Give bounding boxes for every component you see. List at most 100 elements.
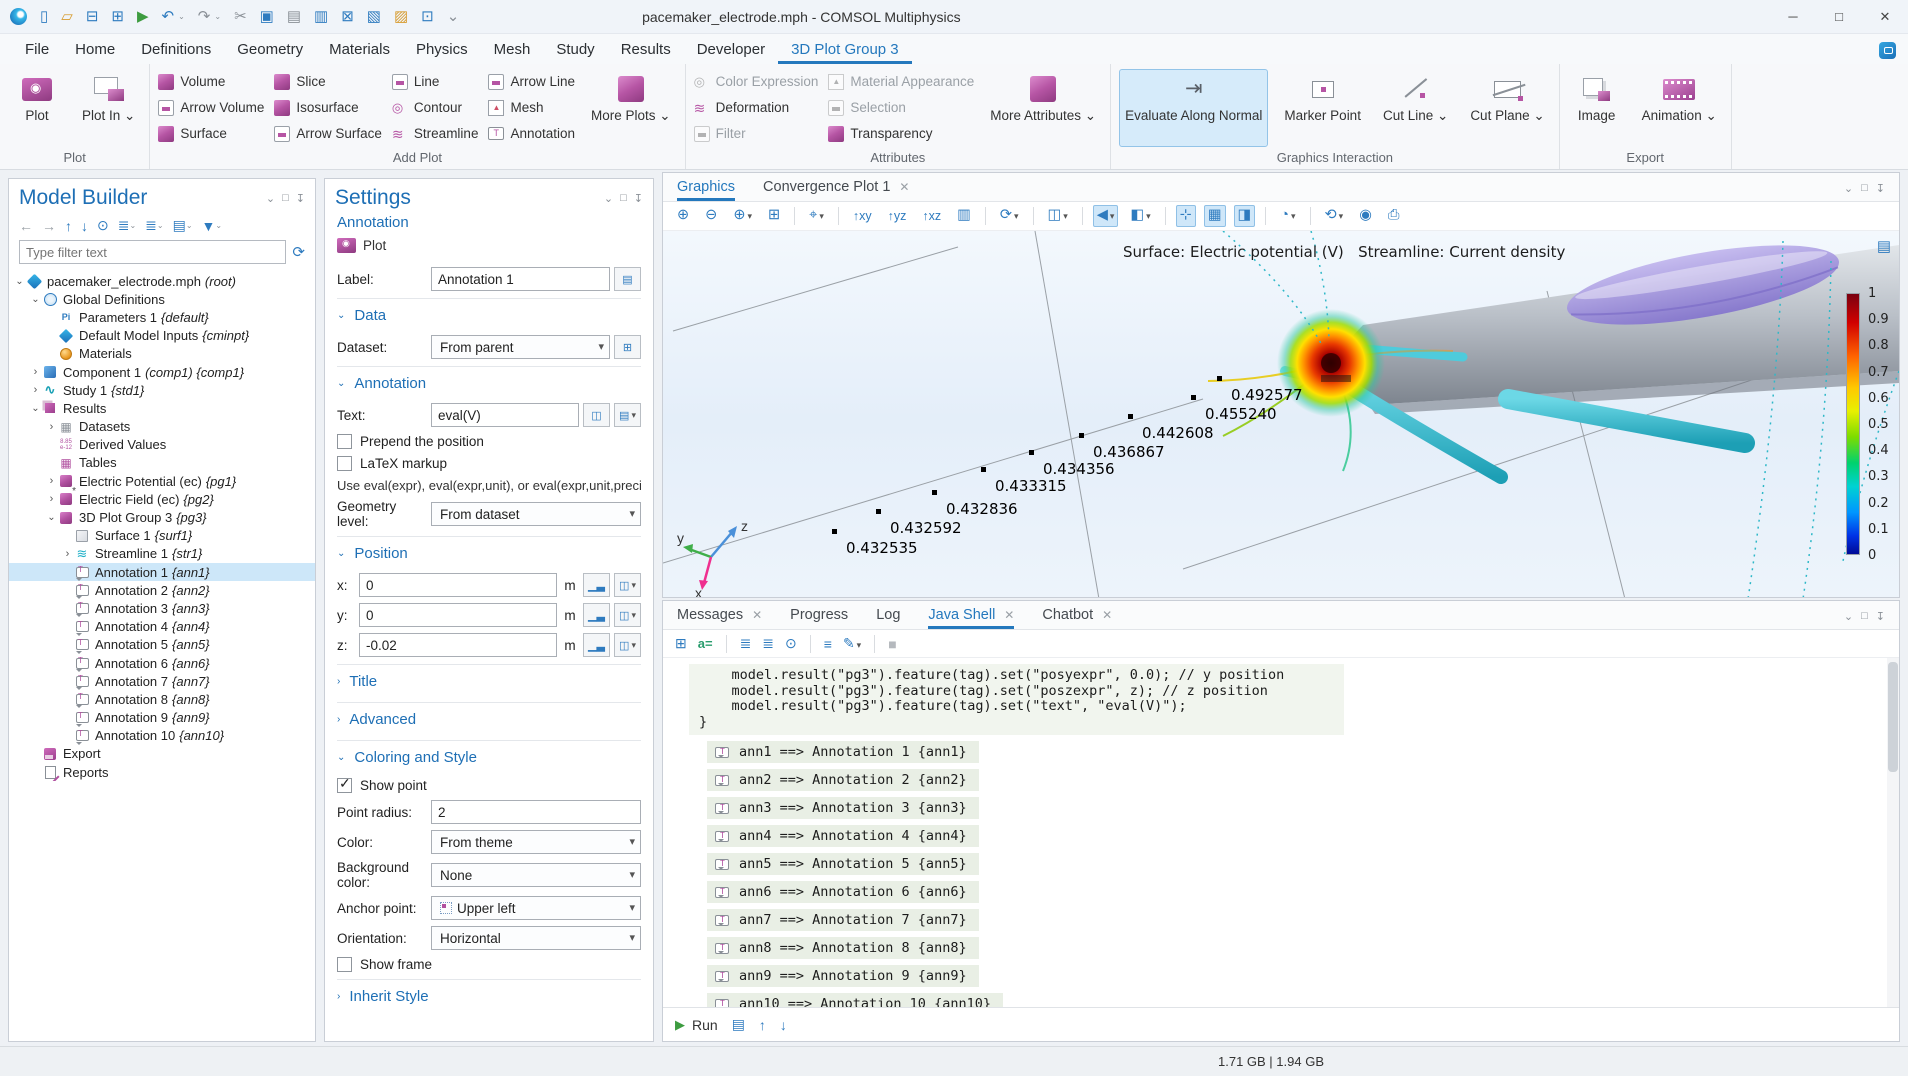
tree-item[interactable]: Datasets xyxy=(9,418,315,436)
prepend-position-row[interactable]: Prepend the position xyxy=(337,434,641,449)
back-icon[interactable]: ← xyxy=(19,218,33,234)
chevron-down-icon[interactable]: ⌄ xyxy=(337,548,345,559)
latex-markup-checkbox[interactable] xyxy=(337,456,352,471)
rotate-icon[interactable]: ⟳▾ xyxy=(996,205,1023,226)
value-menu-icon[interactable]: ◫▾ xyxy=(614,603,641,627)
close-icon[interactable]: ✕ xyxy=(1004,608,1014,622)
scrollbar[interactable] xyxy=(1887,658,1899,1007)
tab-file[interactable]: File xyxy=(12,36,62,64)
expand-dropdown-icon[interactable]: ⌄ xyxy=(157,221,164,230)
tree-item-annotation-1[interactable]: Annotation 1{ann1} xyxy=(9,563,315,581)
section-title[interactable]: Title xyxy=(349,673,377,690)
section-coloring-style[interactable]: Coloring and Style xyxy=(354,749,477,766)
tab-3d-plot-group-3[interactable]: 3D Plot Group 3 xyxy=(778,36,912,64)
snapshot-icon[interactable]: ◉ xyxy=(1355,205,1376,226)
tab-messages[interactable]: Messages✕ xyxy=(677,607,762,629)
marker-point-button[interactable]: Marker Point xyxy=(1278,69,1367,147)
print-icon[interactable]: ⎙ xyxy=(1384,205,1404,226)
autocomplete-icon[interactable]: a= xyxy=(698,636,713,651)
chevron-right-icon[interactable] xyxy=(45,421,58,433)
tree-item[interactable]: Annotation 5{ann5} xyxy=(9,636,315,654)
more-attributes-button[interactable]: More Attributes ⌄ xyxy=(984,69,1102,147)
tab-study[interactable]: Study xyxy=(543,36,607,64)
previous-command-icon[interactable]: ↑ xyxy=(759,1017,766,1033)
model-tree-nodes-icon[interactable]: ▤ xyxy=(173,217,186,234)
color-theme-icon[interactable]: ◔▾ xyxy=(1276,205,1299,226)
annotation-text-input[interactable] xyxy=(431,403,579,427)
animation-button[interactable]: Animation ⌄ xyxy=(1636,69,1723,147)
duplicate-icon[interactable]: ▥ xyxy=(314,9,328,24)
chevron-down-icon[interactable] xyxy=(45,512,58,523)
panel-menu-icon[interactable]: ⌄ xyxy=(604,192,613,205)
chevron-down-icon[interactable] xyxy=(13,276,26,287)
close-icon[interactable]: ✕ xyxy=(899,180,909,194)
panel-menu-icon[interactable]: ⌄ xyxy=(266,192,275,205)
show-frame-checkbox[interactable] xyxy=(337,957,352,972)
run-icon[interactable]: ▶ xyxy=(137,9,149,24)
go-to-default-view-icon[interactable]: ⌖▾ xyxy=(805,205,828,226)
panel-float-icon[interactable]: □ xyxy=(1861,610,1868,623)
point-radius-input[interactable] xyxy=(431,800,641,824)
tree-item[interactable]: Annotation 3{ann3} xyxy=(9,599,315,617)
cut-line-button[interactable]: Cut Line ⌄ xyxy=(1377,69,1454,147)
deselect-icon[interactable]: ▨ xyxy=(394,9,408,24)
save-icon[interactable]: ⊟ xyxy=(86,9,99,24)
dataset-select[interactable]: From parent xyxy=(431,335,610,359)
chevron-down-icon[interactable] xyxy=(29,403,42,414)
scene-light-icon[interactable]: ◫▾ xyxy=(1044,205,1072,226)
panel-float-icon[interactable]: □ xyxy=(282,192,289,205)
tree-filter-input[interactable] xyxy=(19,240,286,264)
run-button[interactable]: ▶Run xyxy=(675,1017,718,1033)
rename-icon[interactable]: ▤ xyxy=(614,267,641,291)
cut-plane-button[interactable]: Cut Plane ⌄ xyxy=(1464,69,1550,147)
tree-item[interactable]: Streamline 1{str1} xyxy=(9,545,315,563)
tree-item[interactable]: Component 1(comp1) {comp1} xyxy=(9,363,315,381)
section-data[interactable]: Data xyxy=(354,307,386,324)
collapse-all-icon[interactable]: ≣ xyxy=(118,217,130,234)
arrow-line-button[interactable]: Arrow Line xyxy=(488,71,575,92)
expression-menu-icon[interactable]: ▤▾ xyxy=(614,403,641,427)
settings-plot-button[interactable]: Plot xyxy=(337,235,641,261)
mesh-button[interactable]: Mesh xyxy=(488,97,575,118)
maximize-button[interactable]: □ xyxy=(1816,0,1862,34)
tree-item[interactable]: Annotation 9{ann9} xyxy=(9,709,315,727)
section-position[interactable]: Position xyxy=(354,545,407,562)
panel-pin-icon[interactable]: ↧ xyxy=(634,192,643,205)
label-input[interactable] xyxy=(431,267,610,291)
tree-item[interactable]: Electric Potential (ec){pg1} xyxy=(9,472,315,490)
value-menu-icon[interactable]: ◫▾ xyxy=(614,573,641,597)
move-up-icon[interactable]: ↑ xyxy=(65,218,72,234)
show-output-icon[interactable]: ⊙ xyxy=(785,635,797,652)
section-advanced[interactable]: Advanced xyxy=(349,711,416,728)
tree-item[interactable]: Annotation 2{ann2} xyxy=(9,581,315,599)
tree-item[interactable]: Study 1{std1} xyxy=(9,381,315,399)
copy-icon[interactable]: ▣ xyxy=(260,9,274,24)
tree-item[interactable]: Global Definitions xyxy=(9,290,315,308)
show-point-row[interactable]: Show point xyxy=(337,778,641,793)
java-shell-content[interactable]: model.result("pg3").feature(tag).set("po… xyxy=(663,658,1899,1007)
line-button[interactable]: Line xyxy=(392,71,479,92)
view-xz-icon[interactable]: ↑xz xyxy=(918,207,945,226)
panel-menu-icon[interactable]: ⌄ xyxy=(1844,182,1853,195)
evaluate-along-normal-button[interactable]: ⇥ Evaluate Along Normal xyxy=(1119,69,1268,147)
scrollbar-thumb[interactable] xyxy=(1888,662,1898,772)
panel-float-icon[interactable]: □ xyxy=(1861,182,1868,195)
assistant-icon[interactable] xyxy=(1879,42,1896,59)
paste-icon[interactable]: ▤ xyxy=(287,9,301,24)
select-box-icon[interactable]: ▧ xyxy=(367,9,381,24)
close-icon[interactable]: ✕ xyxy=(752,608,762,622)
line-numbers-icon[interactable]: ≡ xyxy=(824,636,832,652)
chevron-right-icon[interactable] xyxy=(45,493,58,505)
camera-icon[interactable]: ▥ xyxy=(953,205,975,226)
zoom-extents-icon[interactable]: ⊞ xyxy=(764,205,784,226)
anchor-point-select[interactable]: Upper left xyxy=(431,896,641,920)
tab-chatbot[interactable]: Chatbot✕ xyxy=(1042,607,1112,629)
y-input[interactable] xyxy=(359,603,557,627)
redo-dropdown-icon[interactable]: ⌄ xyxy=(214,12,221,21)
undo-icon[interactable]: ↶ xyxy=(162,9,175,24)
expand-output-icon[interactable]: ≣ xyxy=(762,635,774,652)
tree-item[interactable]: Annotation 4{ann4} xyxy=(9,618,315,636)
chevron-right-icon[interactable]: › xyxy=(337,714,340,725)
sound-icon[interactable]: ◀▾ xyxy=(1093,205,1119,226)
show-colorbar-icon[interactable]: ◨ xyxy=(1234,205,1256,226)
